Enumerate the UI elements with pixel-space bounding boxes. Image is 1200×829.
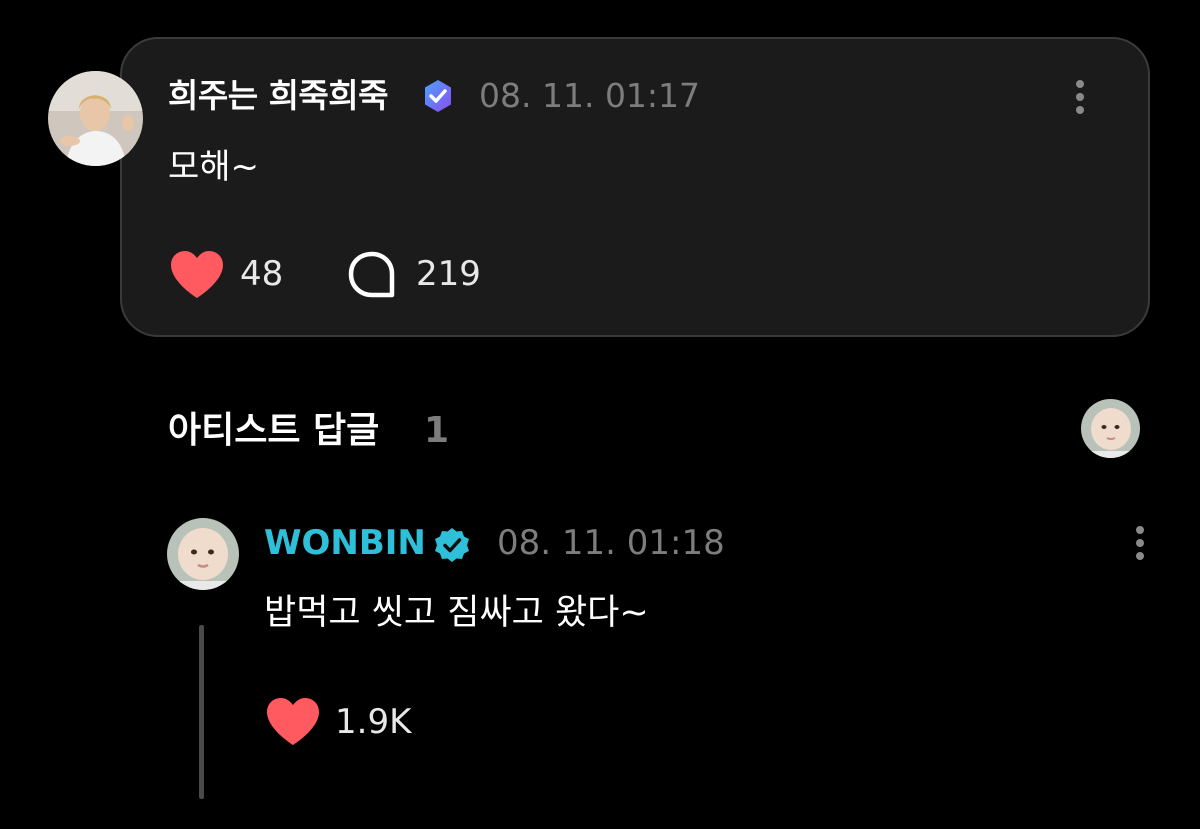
- reply-more-options-icon[interactable]: [1135, 526, 1145, 560]
- post-more-options-icon[interactable]: [1075, 80, 1085, 114]
- heart-icon[interactable]: [169, 250, 225, 300]
- membership-badge-icon: [420, 78, 456, 118]
- reply-like-count: 1.9K: [335, 702, 412, 742]
- artist-avatar-small[interactable]: [1081, 399, 1140, 458]
- artist-replies-title: 아티스트 답글: [168, 410, 380, 451]
- reply-author-avatar[interactable]: [167, 518, 239, 590]
- reply-body-text: 밥먹고 씻고 짐싸고 왔다~: [264, 593, 649, 633]
- comment-icon[interactable]: [347, 250, 397, 300]
- post-body-text: 모해~: [168, 147, 260, 187]
- post-like-count: 48: [240, 254, 284, 294]
- post-author-name[interactable]: 희주는 희죽희죽: [168, 74, 389, 118]
- reply-author-name[interactable]: WONBIN: [264, 521, 426, 565]
- artist-replies-count: 1: [424, 410, 450, 451]
- thread-line: [199, 625, 204, 799]
- post-comment-count: 219: [416, 254, 481, 294]
- post-author-avatar[interactable]: [48, 71, 143, 166]
- heart-icon[interactable]: [265, 697, 321, 747]
- verified-artist-icon: [434, 527, 470, 567]
- post-timestamp: 08. 11. 01:17: [479, 76, 701, 115]
- reply-timestamp: 08. 11. 01:18: [497, 523, 725, 563]
